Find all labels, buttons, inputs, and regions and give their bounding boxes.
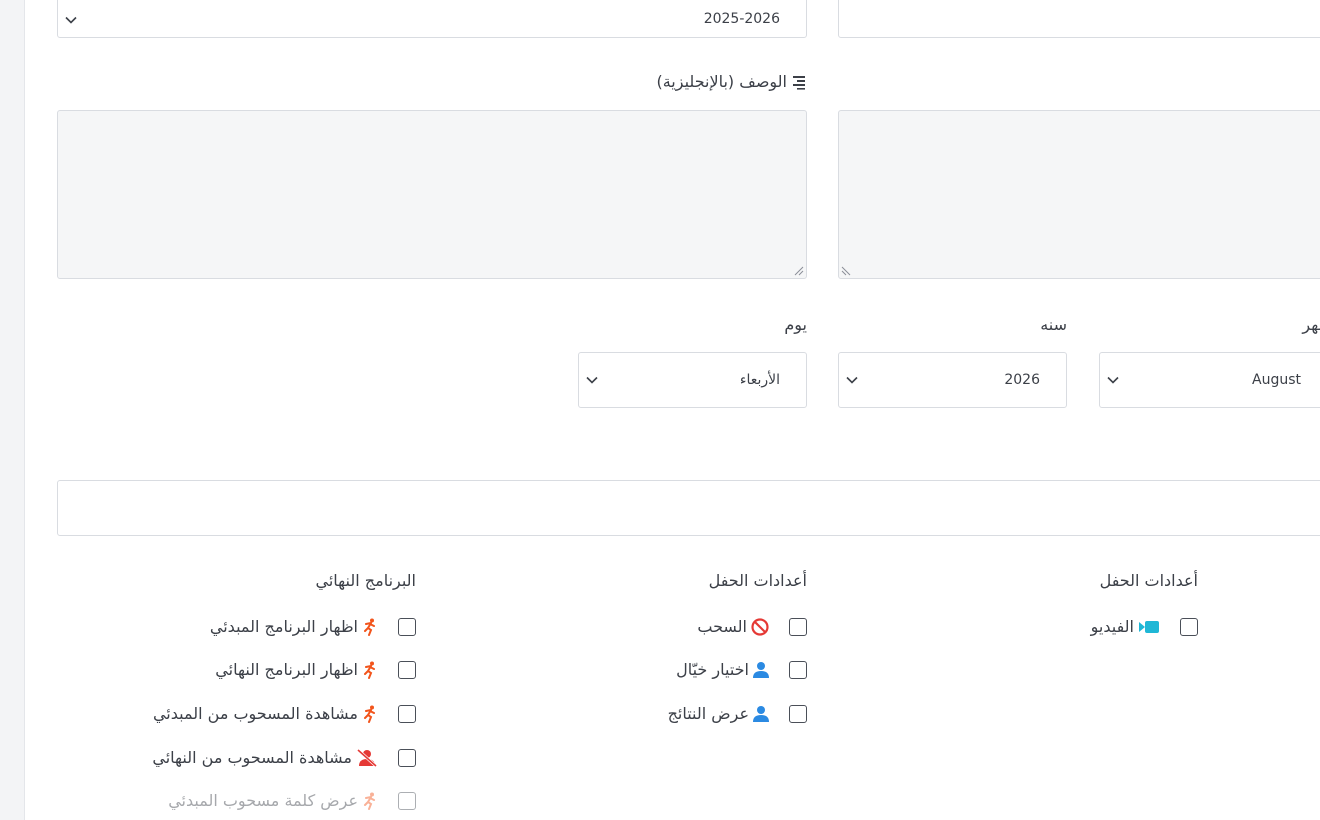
checkbox-label: السحب <box>697 617 747 636</box>
user-icon <box>753 705 769 723</box>
month-value: August <box>1252 372 1301 388</box>
checkbox[interactable] <box>1180 617 1198 636</box>
month-select[interactable]: August <box>1099 352 1320 408</box>
checkbox[interactable] <box>398 660 416 679</box>
day-select[interactable]: الأربعاء <box>578 352 807 408</box>
checkbox-row-view-withdrawn-final[interactable]: مشاهدة المسحوب من النهائي <box>152 748 416 767</box>
checkbox[interactable] <box>398 617 416 636</box>
year-value: 2026 <box>1004 372 1040 388</box>
chevron-down-icon <box>846 376 858 384</box>
day-label: يوم <box>784 315 807 334</box>
checkbox-row-view-withdrawn-initial[interactable]: مشاهدة المسحوب من المبدئي <box>153 704 416 723</box>
day-value: الأربعاء <box>739 372 780 388</box>
wide-text-input[interactable] <box>57 480 1320 536</box>
checkbox-label: عرض كلمة مسحوب المبدئي <box>168 791 358 810</box>
checkbox[interactable] <box>789 617 807 636</box>
academic-year-select[interactable]: 2025-2026 <box>57 0 807 38</box>
checkbox[interactable] <box>398 704 416 723</box>
checkbox-label: الفيديو <box>1090 617 1134 636</box>
ceremony-settings-title-2: أعدادات الحفل <box>1099 571 1198 590</box>
description-en-textarea[interactable] <box>57 110 807 279</box>
checkbox-label: مشاهدة المسحوب من النهائي <box>152 748 352 767</box>
checkbox[interactable] <box>398 791 416 810</box>
year-select[interactable]: 2026 <box>838 352 1067 408</box>
resize-handle-icon[interactable] <box>841 264 853 276</box>
checkbox[interactable] <box>398 748 416 767</box>
resize-handle-icon[interactable] <box>792 264 804 276</box>
top-right-field[interactable] <box>838 0 1320 38</box>
checkbox-row-show-initial-program[interactable]: اظهار البرنامج المبدئي <box>210 617 416 636</box>
checkbox-row-video[interactable]: الفيديو <box>1091 617 1198 636</box>
running-person-icon <box>362 661 378 679</box>
chevron-down-icon <box>586 376 598 384</box>
chevron-down-icon <box>65 16 77 24</box>
running-person-icon <box>362 705 378 723</box>
chevron-down-icon <box>1107 376 1119 384</box>
checkbox-label: اظهار البرنامج النهائي <box>215 660 358 679</box>
checkbox-row-show-final-program[interactable]: اظهار البرنامج النهائي <box>215 660 416 679</box>
checkbox-row-show-results[interactable]: عرض النتائج <box>668 704 807 723</box>
checkbox-label: عرض النتائج <box>667 704 749 723</box>
checkbox-row-choose-rider[interactable]: اختيار خيّال <box>676 660 807 679</box>
month-label: شهر <box>1302 315 1320 334</box>
checkbox-row-draw[interactable]: السحب <box>697 617 807 636</box>
checkbox[interactable] <box>789 660 807 679</box>
final-program-title: البرنامج النهائي <box>315 571 416 590</box>
ceremony-settings-title-1: أعدادات الحفل <box>708 571 807 590</box>
description-en-label-text: الوصف (بالإنجليزية) <box>656 72 787 91</box>
checkbox[interactable] <box>789 704 807 723</box>
video-icon <box>1138 619 1160 635</box>
checkbox-label: مشاهدة المسحوب من المبدئي <box>152 704 358 723</box>
checkbox-label: اختيار خيّال <box>676 660 749 679</box>
description-en-label: الوصف (بالإنجليزية) <box>656 72 807 91</box>
running-person-icon <box>362 792 378 810</box>
year-label: سنه <box>1040 315 1067 334</box>
academic-year-value: 2025-2026 <box>703 11 780 27</box>
checkbox-row-show-withdrawn-word-initial[interactable]: عرض كلمة مسحوب المبدئي <box>168 791 416 810</box>
running-person-icon <box>362 618 378 636</box>
ban-icon <box>751 617 769 636</box>
description-ar-textarea[interactable] <box>838 110 1320 279</box>
user-icon <box>753 661 769 679</box>
checkbox-label: اظهار البرنامج المبدئي <box>209 617 358 636</box>
user-slash-icon <box>356 748 378 767</box>
align-right-icon <box>793 76 805 90</box>
